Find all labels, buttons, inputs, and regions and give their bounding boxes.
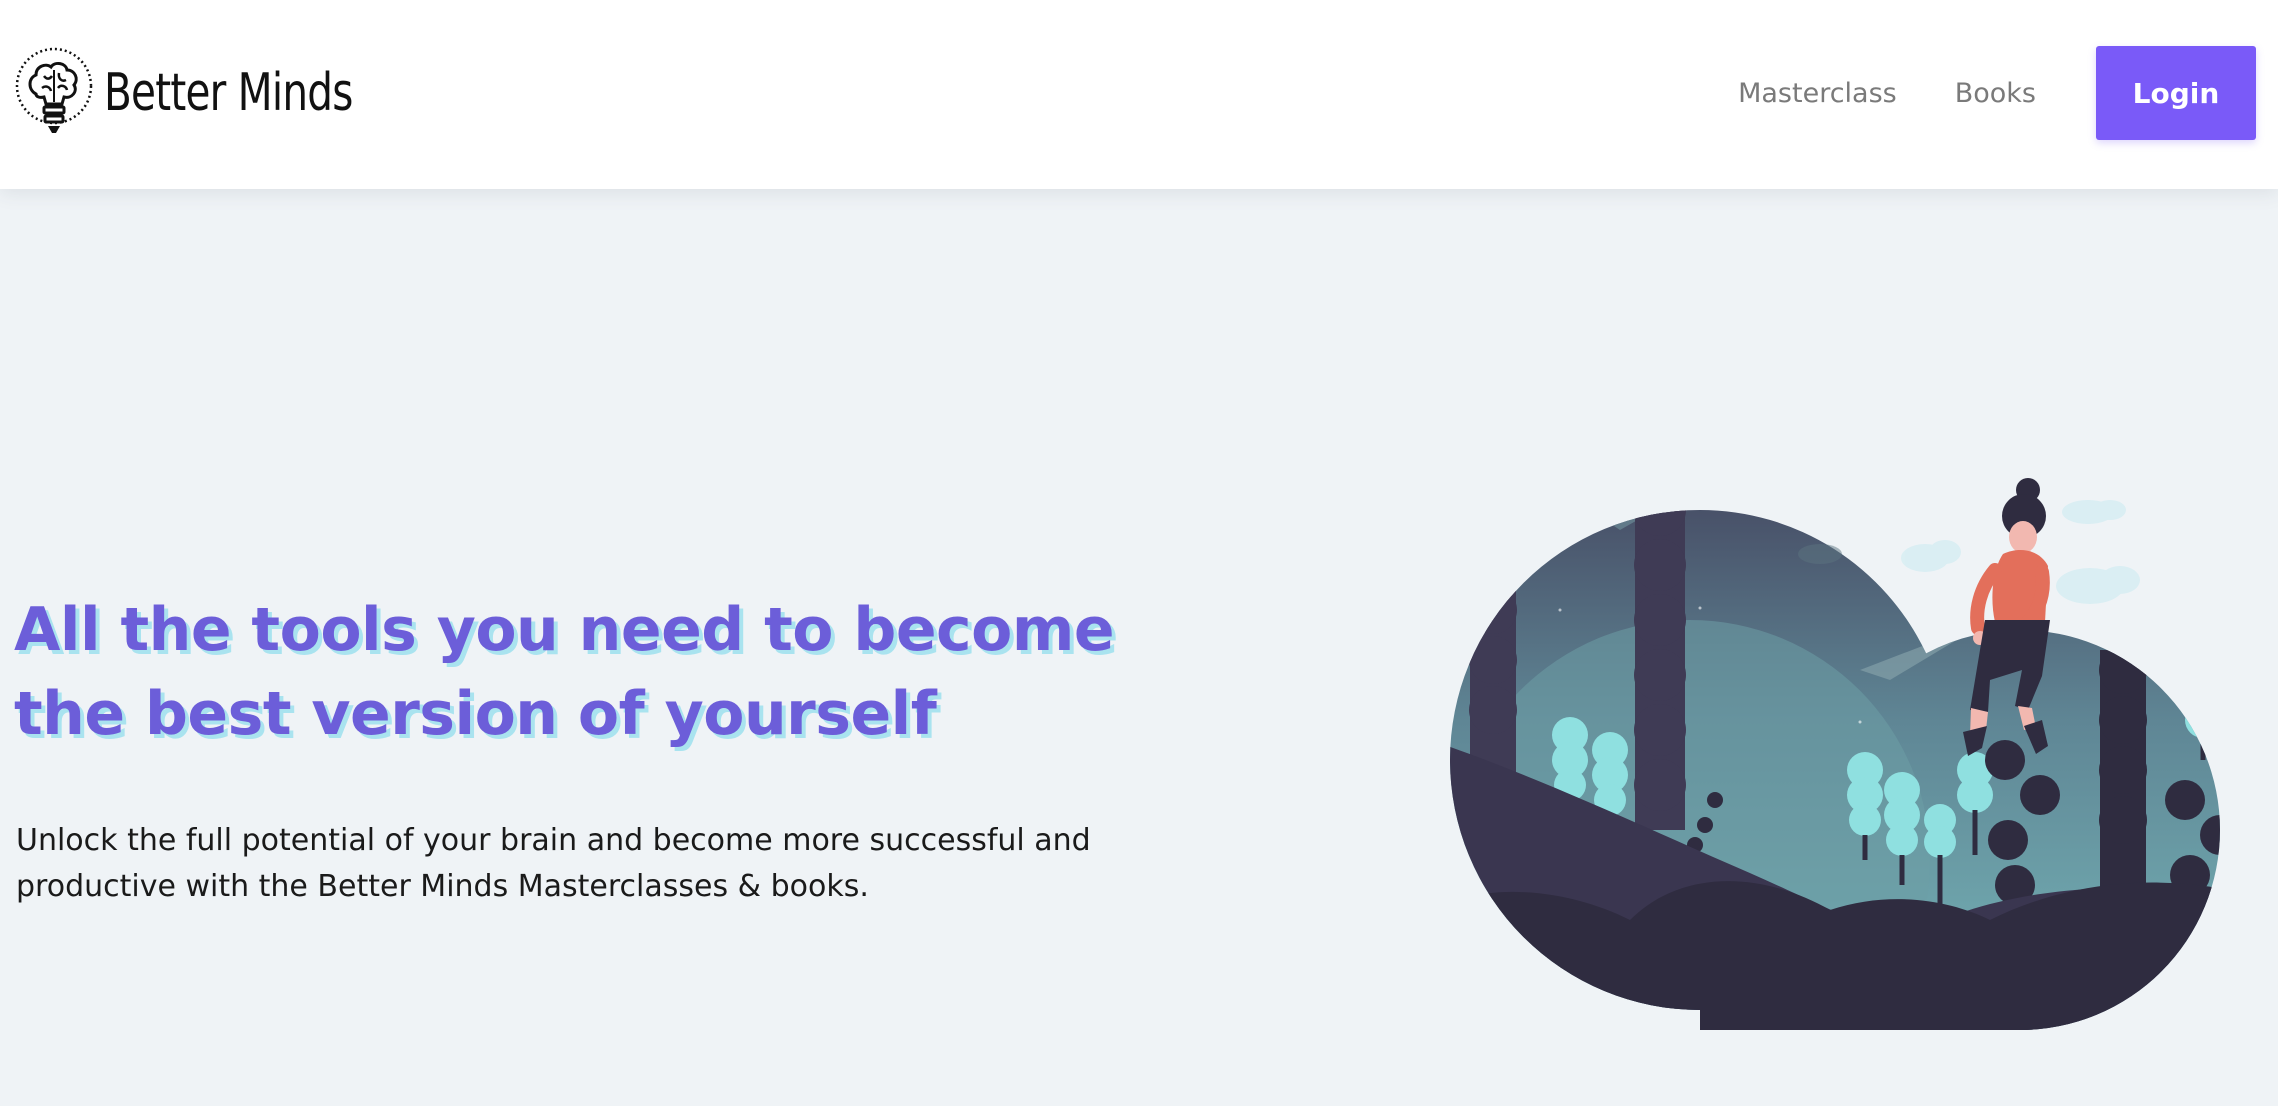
woman-sitting-on-forest-cloud-illustration [1450,478,2220,1030]
brain-lightbulb-icon [15,47,93,133]
hero-title: All the tools you need to become the bes… [14,595,1115,749]
nav-link-books[interactable]: Books [1955,78,2036,109]
hero-subtitle: Unlock the full potential of your brain … [16,823,1091,904]
forest-cloud-shape [1450,510,2220,1030]
brand-logo-link[interactable]: Better Minds [14,46,423,140]
nav-link-masterclass[interactable]: Masterclass [1738,78,1897,109]
site-header: Better Minds Masterclass Books Login [0,0,2278,189]
brand-name: Better Minds [104,63,353,123]
main-nav: Masterclass Books Login [1738,46,2256,140]
login-button[interactable]: Login [2096,46,2256,140]
